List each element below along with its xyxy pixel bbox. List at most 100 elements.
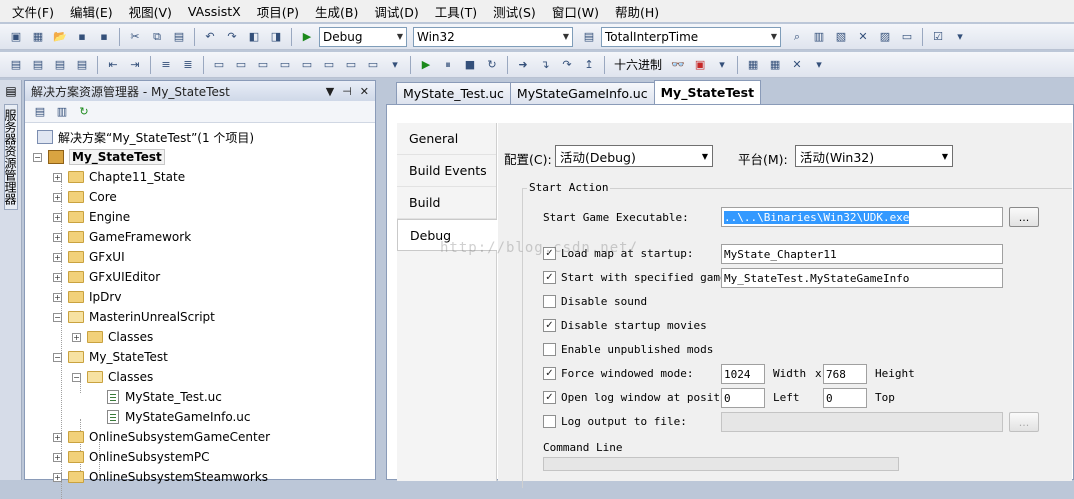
hex-display-button[interactable]: 十六进制 [610,56,666,73]
disable-movies-checkbox[interactable]: ✓ [543,319,556,332]
menu-edit[interactable]: 编辑(E) [62,2,121,21]
save-all-icon[interactable]: ▪ [94,27,114,47]
server-explorer-tab[interactable]: 服务器资源管理器 [3,104,18,210]
toolbar-options-icon[interactable]: ▾ [950,27,970,47]
disassembly-icon[interactable]: ✕ [787,55,807,75]
tree-folder-row[interactable]: + Chapte11_State [25,167,375,187]
browse-exe-button[interactable]: ... [1009,207,1039,227]
expand-icon[interactable]: + [53,252,62,262]
toggle-bookmark-icon[interactable]: ▭ [209,55,229,75]
tree-folder-row[interactable]: + OnlineSubsystemSteamworks [25,467,375,487]
tree-folder-row[interactable]: − Classes [25,367,375,387]
expand-icon[interactable]: + [53,232,62,242]
clear-bookmarks-icon[interactable]: ▭ [363,55,383,75]
configuration-combo[interactable]: 活动(Debug) ▼ [555,145,713,167]
new-project-icon[interactable]: ▣ [6,27,26,47]
expand-icon[interactable]: + [53,472,62,482]
solution-explorer-icon[interactable]: ▥ [809,27,829,47]
stop-debugging-icon[interactable]: ■ [460,55,480,75]
outdent-icon[interactable]: ⇤ [103,55,123,75]
step-over-icon[interactable]: ↷ [557,55,577,75]
menu-file[interactable]: 文件(F) [4,2,62,21]
enable-unpublished-checkbox[interactable] [543,343,556,356]
find-combo[interactable]: TotalInterpTime ▼ [601,26,781,47]
load-map-input[interactable]: MyState_Chapter11 [721,244,1003,264]
tree-file-row[interactable]: MyState_Test.uc [25,387,375,407]
expand-icon[interactable]: + [72,332,81,342]
browse-log-button[interactable]: ... [1009,412,1039,432]
break-all-icon[interactable]: ⏸ [438,55,458,75]
tree-project-row[interactable]: − My_StateTest [25,147,375,167]
tree-folder-row[interactable]: − My_StateTest [25,347,375,367]
menu-vassistx[interactable]: VAssistX [180,4,249,19]
restart-icon[interactable]: ↻ [482,55,502,75]
platform-combo[interactable]: 活动(Win32) ▼ [795,145,953,167]
object-browser-icon[interactable]: ▨ [875,27,895,47]
breakpoints-icon[interactable]: ▣ [690,55,710,75]
collapse-icon[interactable]: − [53,312,62,322]
step-into-icon[interactable]: ↴ [535,55,555,75]
properties-icon[interactable]: ▧ [831,27,851,47]
show-all-files-icon[interactable]: ▥ [53,103,71,121]
member-list-icon[interactable]: ▤ [6,55,26,75]
tree-folder-row[interactable]: + Core [25,187,375,207]
nav-build[interactable]: Build [397,187,496,219]
save-icon[interactable]: ▪ [72,27,92,47]
close-icon[interactable]: ✕ [360,85,369,98]
toolbox-icon[interactable]: ✕ [853,27,873,47]
navigate-back-icon[interactable]: ◧ [244,27,264,47]
undo-icon[interactable]: ↶ [200,27,220,47]
redo-icon[interactable]: ↷ [222,27,242,47]
show-next-statement-icon[interactable]: ➜ [513,55,533,75]
copy-icon[interactable]: ⧉ [147,27,167,47]
collapse-icon[interactable]: − [72,372,81,382]
navigate-forward-icon[interactable]: ◨ [266,27,286,47]
step-out-icon[interactable]: ↥ [579,55,599,75]
complete-word-icon[interactable]: ▤ [72,55,92,75]
tab-mystate-test-uc[interactable]: MyState_Test.uc [396,82,511,104]
tree-file-row[interactable]: MyStateGameInfo.uc [25,407,375,427]
expand-icon[interactable]: + [53,292,62,302]
menu-test[interactable]: 测试(S) [485,2,544,21]
menu-window[interactable]: 窗口(W) [544,2,607,21]
tab-my-statetest-properties[interactable]: My_StateTest [653,80,762,104]
pin-icon[interactable]: ⊣ [342,85,352,98]
tree-folder-row[interactable]: + GFxUI [25,247,375,267]
expand-icon[interactable]: + [53,272,62,282]
collapse-icon[interactable]: − [53,352,62,362]
log-top-input[interactable]: 0 [823,388,867,408]
menu-build[interactable]: 生成(B) [307,2,366,21]
log-output-input[interactable] [721,412,1003,432]
quick-info-icon[interactable]: ▤ [50,55,70,75]
toolbar-options-icon[interactable]: ▾ [809,55,829,75]
open-file-icon[interactable]: 📂 [50,27,70,47]
window-height-input[interactable]: 768 [823,364,867,384]
tree-folder-row[interactable]: + Engine [25,207,375,227]
refresh-icon[interactable]: ↻ [75,103,93,121]
next-bookmark-folder-icon[interactable]: ▭ [297,55,317,75]
tree-folder-row[interactable]: + Classes [25,327,375,347]
toolbar-options-icon[interactable]: ▾ [385,55,405,75]
menu-tools[interactable]: 工具(T) [427,2,485,21]
force-windowed-checkbox[interactable]: ✓ [543,367,556,380]
expand-icon[interactable]: + [53,192,62,202]
comment-icon[interactable]: ≡ [156,55,176,75]
menu-help[interactable]: 帮助(H) [607,2,667,21]
quick-watch-icon[interactable]: 👓 [668,55,688,75]
expand-icon[interactable]: + [53,432,62,442]
collapse-icon[interactable]: − [33,152,42,162]
prev-bookmark-icon[interactable]: ▭ [231,55,251,75]
tree-solution-row[interactable]: 解决方案“My_StateTest”(1 个项目) [25,127,375,147]
menu-debug[interactable]: 调试(D) [366,2,426,21]
expand-icon[interactable]: + [53,212,62,222]
next-bookmark-icon[interactable]: ▭ [253,55,273,75]
find-icon[interactable]: ⌕ [787,27,807,47]
indent-icon[interactable]: ⇥ [125,55,145,75]
tree-folder-row[interactable]: + OnlineSubsystemPC [25,447,375,467]
uncomment-icon[interactable]: ≣ [178,55,198,75]
tree-folder-row[interactable]: + GFxUIEditor [25,267,375,287]
menu-project[interactable]: 项目(P) [249,2,307,21]
cut-icon[interactable]: ✂ [125,27,145,47]
paste-icon[interactable]: ▤ [169,27,189,47]
find-in-files-icon[interactable]: ▤ [579,27,599,47]
